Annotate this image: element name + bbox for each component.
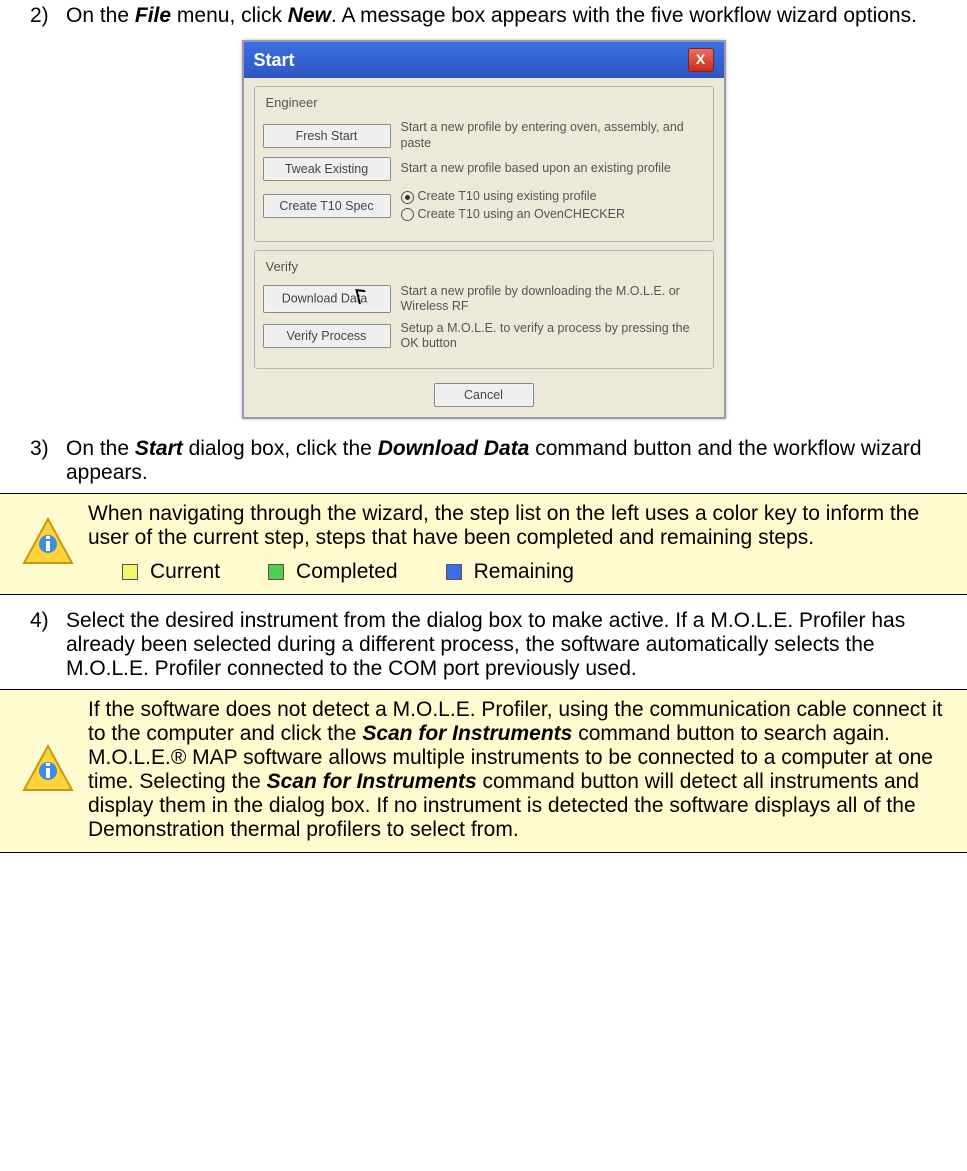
legend-remaining: Remaining	[446, 560, 574, 584]
menu-new: New	[288, 4, 331, 27]
cursor-icon	[357, 290, 371, 308]
t10-options: Create T10 using existing profile Create…	[401, 187, 705, 224]
square-yellow-icon	[122, 564, 138, 580]
ref-start: Start	[135, 437, 183, 460]
close-icon[interactable]: X	[688, 48, 714, 72]
group-label: Verify	[263, 259, 302, 274]
tweak-existing-button[interactable]: Tweak Existing	[263, 157, 391, 181]
cancel-button[interactable]: Cancel	[434, 383, 534, 407]
radio-label: Create T10 using existing profile	[418, 189, 597, 205]
group-engineer: Engineer Fresh Start Start a new profile…	[254, 86, 714, 242]
group-verify: Verify Download Data Start a new profile…	[254, 250, 714, 370]
step-text: On the Start dialog box, click the Downl…	[66, 437, 967, 485]
verify-process-desc: Setup a M.O.L.E. to verify a process by …	[401, 321, 705, 352]
ref-scan-instruments: Scan for Instruments	[362, 722, 572, 745]
ref-scan-instruments: Scan for Instruments	[267, 770, 477, 793]
menu-file: File	[135, 4, 171, 27]
text: On the	[66, 437, 135, 460]
text: On the	[66, 4, 135, 27]
step-text: On the File menu, click New. A message b…	[66, 4, 967, 28]
note-color-key: When navigating through the wizard, the …	[0, 493, 967, 595]
dialog-title: Start	[254, 50, 688, 71]
note-body: When navigating through the wizard, the …	[88, 502, 961, 550]
legend-label: Current	[150, 560, 220, 583]
square-blue-icon	[446, 564, 462, 580]
fresh-start-desc: Start a new profile by entering oven, as…	[401, 120, 705, 151]
step-number: 3)	[30, 437, 66, 485]
button-label: Download Data	[282, 291, 367, 305]
dialog-body: Engineer Fresh Start Start a new profile…	[244, 78, 724, 417]
note-text: If the software does not detect a M.O.L.…	[88, 698, 961, 842]
text: . A message box appears with the five wo…	[331, 4, 917, 27]
info-icon	[8, 743, 88, 797]
text: dialog box, click the	[183, 437, 378, 460]
create-t10-button[interactable]: Create T10 Spec	[263, 194, 391, 218]
download-data-desc: Start a new profile by downloading the M…	[401, 284, 705, 315]
title-bar: Start X	[244, 42, 724, 78]
dialog-screenshot: Start X Engineer Fresh Start Start a new…	[0, 32, 967, 433]
text: menu, click	[171, 4, 288, 27]
info-icon	[8, 516, 88, 570]
legend-label: Completed	[296, 560, 398, 583]
legend-completed: Completed	[268, 560, 398, 584]
radio-ovenchecker[interactable]: Create T10 using an OvenCHECKER	[401, 207, 705, 223]
radio-label: Create T10 using an OvenCHECKER	[418, 207, 626, 223]
square-green-icon	[268, 564, 284, 580]
ref-download-data: Download Data	[378, 437, 530, 460]
legend-label: Remaining	[474, 560, 574, 583]
step-3: 3) On the Start dialog box, click the Do…	[0, 433, 967, 489]
group-label: Engineer	[263, 95, 321, 110]
note-text: When navigating through the wizard, the …	[88, 502, 961, 584]
verify-process-button[interactable]: Verify Process	[263, 324, 391, 348]
download-data-button[interactable]: Download Data	[263, 285, 391, 313]
start-dialog: Start X Engineer Fresh Start Start a new…	[242, 40, 726, 419]
tweak-existing-desc: Start a new profile based upon an existi…	[401, 161, 705, 177]
radio-existing-profile[interactable]: Create T10 using existing profile	[401, 189, 705, 205]
legend: Current Completed Remaining	[88, 560, 961, 584]
step-2: 2) On the File menu, click New. A messag…	[0, 0, 967, 32]
note-scan-instruments: If the software does not detect a M.O.L.…	[0, 689, 967, 853]
step-text: Select the desired instrument from the d…	[66, 609, 967, 681]
legend-current: Current	[122, 560, 220, 584]
step-number: 2)	[30, 4, 66, 28]
fresh-start-button[interactable]: Fresh Start	[263, 124, 391, 148]
step-4: 4) Select the desired instrument from th…	[0, 605, 967, 685]
step-number: 4)	[30, 609, 66, 681]
